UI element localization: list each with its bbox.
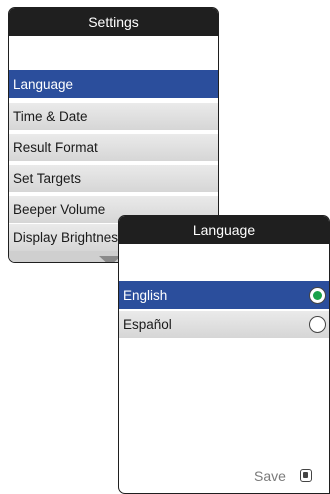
menu-item-label: Set Targets	[13, 171, 82, 186]
menu-item-time-date[interactable]: Time & Date	[9, 102, 218, 130]
save-icon-inner	[303, 472, 308, 478]
menu-item-label: Beeper Volume	[13, 202, 106, 217]
menu-item-set-targets[interactable]: Set Targets	[9, 164, 218, 192]
language-title: Language	[119, 216, 329, 244]
language-option-label: Español	[123, 317, 172, 332]
menu-item-language[interactable]: Language	[9, 70, 218, 98]
language-option-espanol[interactable]: Español	[119, 310, 329, 338]
menu-item-label: Display Brightness	[13, 230, 125, 245]
radio-unselected-icon[interactable]	[309, 316, 326, 333]
language-screen: Language English Español Save	[118, 215, 330, 494]
save-button-icon[interactable]	[300, 469, 312, 482]
menu-item-label: Language	[13, 77, 74, 92]
menu-item-label: Time & Date	[13, 109, 88, 124]
settings-title: Settings	[9, 8, 218, 36]
save-button-label[interactable]: Save	[254, 468, 286, 484]
language-option-english[interactable]: English	[119, 281, 329, 309]
radio-selected-icon[interactable]	[309, 287, 326, 304]
radio-dot-icon	[313, 291, 322, 300]
menu-item-result-format[interactable]: Result Format	[9, 133, 218, 161]
menu-item-label: Result Format	[13, 140, 98, 155]
language-option-label: English	[123, 288, 168, 303]
